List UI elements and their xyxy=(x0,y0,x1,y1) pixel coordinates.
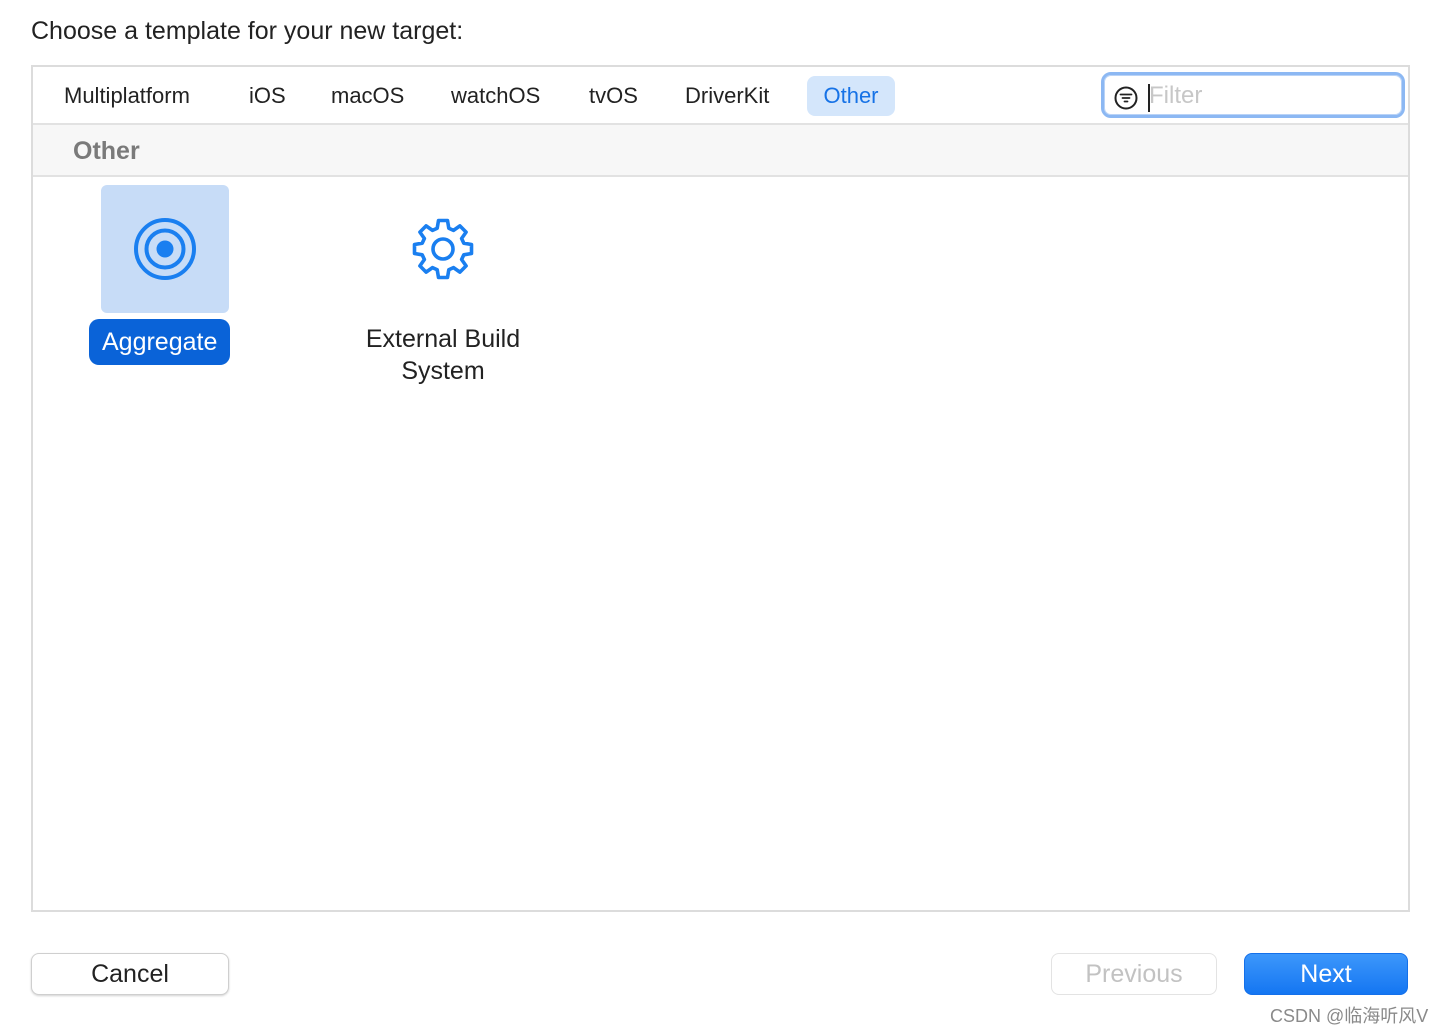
next-button[interactable]: Next xyxy=(1244,953,1408,995)
filter-input[interactable] xyxy=(1149,79,1394,113)
template-label-line: External Build xyxy=(365,325,521,353)
tab-macos[interactable]: macOS xyxy=(317,76,418,116)
watermark: CSDN @临海听风V xyxy=(1270,1006,1429,1026)
dialog-heading: Choose a template for your new target: xyxy=(31,17,464,45)
template-label: External Build System xyxy=(343,323,543,387)
tab-watchos[interactable]: watchOS xyxy=(437,76,554,116)
cancel-button[interactable]: Cancel xyxy=(31,953,229,995)
template-tile xyxy=(101,185,229,313)
template-tile xyxy=(379,185,507,313)
tab-multiplatform[interactable]: Multiplatform xyxy=(50,76,204,116)
new-target-dialog: Choose a template for your new target: M… xyxy=(0,0,1444,1032)
template-panel: Multiplatform iOS macOS watchOS tvOS Dri… xyxy=(31,65,1410,912)
template-label-line: System xyxy=(401,357,485,385)
filter-circle-icon xyxy=(1114,86,1138,110)
target-icon xyxy=(134,218,196,280)
filter-field[interactable] xyxy=(1101,72,1405,118)
gear-icon xyxy=(412,218,474,280)
tab-tvos[interactable]: tvOS xyxy=(575,76,652,116)
section-title: Other xyxy=(73,137,140,165)
tab-driverkit[interactable]: DriverKit xyxy=(671,76,783,116)
tab-ios[interactable]: iOS xyxy=(235,76,300,116)
template-label: Aggregate xyxy=(89,319,231,365)
tab-other[interactable]: Other xyxy=(807,76,895,116)
previous-button[interactable]: Previous xyxy=(1051,953,1217,995)
section-header: Other xyxy=(33,125,1408,177)
platform-tab-bar: Multiplatform iOS macOS watchOS tvOS Dri… xyxy=(33,67,1408,125)
